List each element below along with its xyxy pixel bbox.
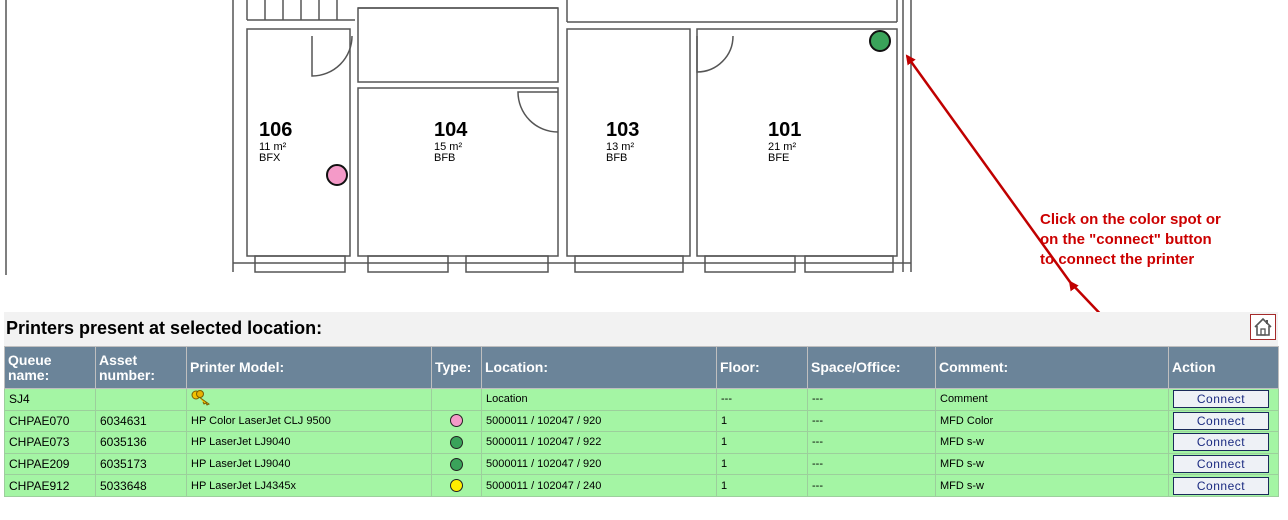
cell-model: HP LaserJet LJ9040	[186, 452, 432, 476]
cell-model: HP Color LaserJet CLJ 9500	[186, 409, 432, 433]
table-row: CHPAE912 5033648 HP LaserJet LJ4345x 500…	[4, 474, 1279, 497]
type-color-dot[interactable]	[450, 414, 463, 428]
cell-asset	[95, 388, 187, 411]
section-title: Printers present at selected location:	[6, 318, 323, 338]
table-row: CHPAE209 6035173 HP LaserJet LJ9040 5000…	[4, 452, 1279, 476]
room-106-code: BFX	[259, 152, 281, 164]
cell-comment: Comment	[935, 388, 1169, 411]
cell-action: Connect	[1168, 409, 1279, 433]
cell-asset: 5033648	[95, 474, 187, 497]
cell-location: 5000011 / 102047 / 922	[481, 431, 717, 454]
home-button[interactable]	[1250, 314, 1276, 340]
cell-location: 5000011 / 102047 / 920	[481, 452, 717, 476]
header-action: Action	[1168, 346, 1279, 389]
cell-location: Location	[481, 388, 717, 411]
header-comment[interactable]: Comment:	[935, 346, 1169, 389]
cell-comment: MFD Color	[935, 409, 1169, 433]
cell-type	[431, 431, 482, 454]
cell-type	[431, 388, 482, 411]
cell-action: Connect	[1168, 452, 1279, 476]
connect-button[interactable]: Connect	[1173, 455, 1269, 474]
cell-asset: 6035136	[95, 431, 187, 454]
type-color-dot[interactable]	[450, 479, 463, 493]
cell-model: HP LaserJet LJ4345x	[186, 474, 432, 497]
cell-space: ---	[807, 474, 936, 497]
cell-queue: CHPAE209	[4, 452, 96, 476]
header-queue-name[interactable]: Queue name:	[4, 346, 96, 389]
cell-floor: 1	[716, 452, 808, 476]
cell-location: 5000011 / 102047 / 240	[481, 474, 717, 497]
table-row: CHPAE073 6035136 HP LaserJet LJ9040 5000…	[4, 431, 1279, 454]
cell-location: 5000011 / 102047 / 920	[481, 409, 717, 433]
header-printer-model[interactable]: Printer Model:	[186, 346, 432, 389]
printers-table: Queue name: Asset number: Printer Model:…	[4, 346, 1279, 497]
cell-queue: SJ4	[4, 388, 96, 411]
cell-action: Connect	[1168, 388, 1279, 411]
cell-queue: CHPAE912	[4, 474, 96, 497]
cell-asset: 6035173	[95, 452, 187, 476]
header-space-office[interactable]: Space/Office:	[807, 346, 936, 389]
cell-model: HP LaserJet LJ9040	[186, 431, 432, 454]
header-type[interactable]: Type:	[431, 346, 482, 389]
header-asset-number[interactable]: Asset number:	[95, 346, 187, 389]
cell-floor: 1	[716, 431, 808, 454]
printer-spot-room-106[interactable]	[326, 164, 348, 186]
cell-queue: CHPAE070	[4, 409, 96, 433]
section-header: Printers present at selected location:	[4, 312, 1278, 346]
cell-type	[431, 409, 482, 433]
table-row: SJ4 Location --- --- Comment Connect	[4, 388, 1279, 411]
cell-space: ---	[807, 431, 936, 454]
table-header-row: Queue name: Asset number: Printer Model:…	[4, 346, 1279, 389]
header-floor[interactable]: Floor:	[716, 346, 808, 389]
cell-comment: MFD s-w	[935, 474, 1169, 497]
room-103-code: BFB	[606, 152, 627, 164]
cell-space: ---	[807, 388, 936, 411]
type-color-dot[interactable]	[450, 457, 463, 471]
annotation-line-1: Click on the color spot or	[1040, 211, 1221, 228]
room-104-number: 104	[434, 119, 468, 141]
cell-model	[186, 388, 432, 411]
cell-action: Connect	[1168, 431, 1279, 454]
type-color-dot[interactable]	[450, 435, 463, 449]
room-104-code: BFB	[434, 152, 455, 164]
instruction-annotation: Click on the color spot or on the "conne…	[1040, 210, 1288, 270]
cell-space: ---	[807, 452, 936, 476]
room-101-code: BFE	[768, 152, 789, 164]
cell-floor: ---	[716, 388, 808, 411]
cell-type	[431, 474, 482, 497]
connect-button[interactable]: Connect	[1173, 390, 1269, 409]
cell-floor: 1	[716, 409, 808, 433]
header-location[interactable]: Location:	[481, 346, 717, 389]
home-icon	[1254, 317, 1272, 336]
room-106-number: 106	[259, 119, 292, 141]
cell-queue: CHPAE073	[4, 431, 96, 454]
cell-action: Connect	[1168, 474, 1279, 497]
cell-space: ---	[807, 409, 936, 433]
table-row: CHPAE070 6034631 HP Color LaserJet CLJ 9…	[4, 409, 1279, 433]
annotation-line-2: on the "connect" button	[1040, 231, 1212, 248]
cell-floor: 1	[716, 474, 808, 497]
cell-asset: 6034631	[95, 409, 187, 433]
printer-spot-room-101[interactable]	[869, 30, 891, 52]
cell-comment: MFD s-w	[935, 452, 1169, 476]
key-icon	[191, 389, 210, 406]
cell-comment: MFD s-w	[935, 431, 1169, 454]
cell-type	[431, 452, 482, 476]
connect-button[interactable]: Connect	[1173, 411, 1269, 430]
annotation-line-3: to connect the printer	[1040, 251, 1195, 268]
connect-button[interactable]: Connect	[1173, 476, 1269, 495]
room-103-number: 103	[606, 119, 639, 141]
connect-button[interactable]: Connect	[1173, 433, 1269, 452]
room-101-number: 101	[768, 119, 801, 141]
